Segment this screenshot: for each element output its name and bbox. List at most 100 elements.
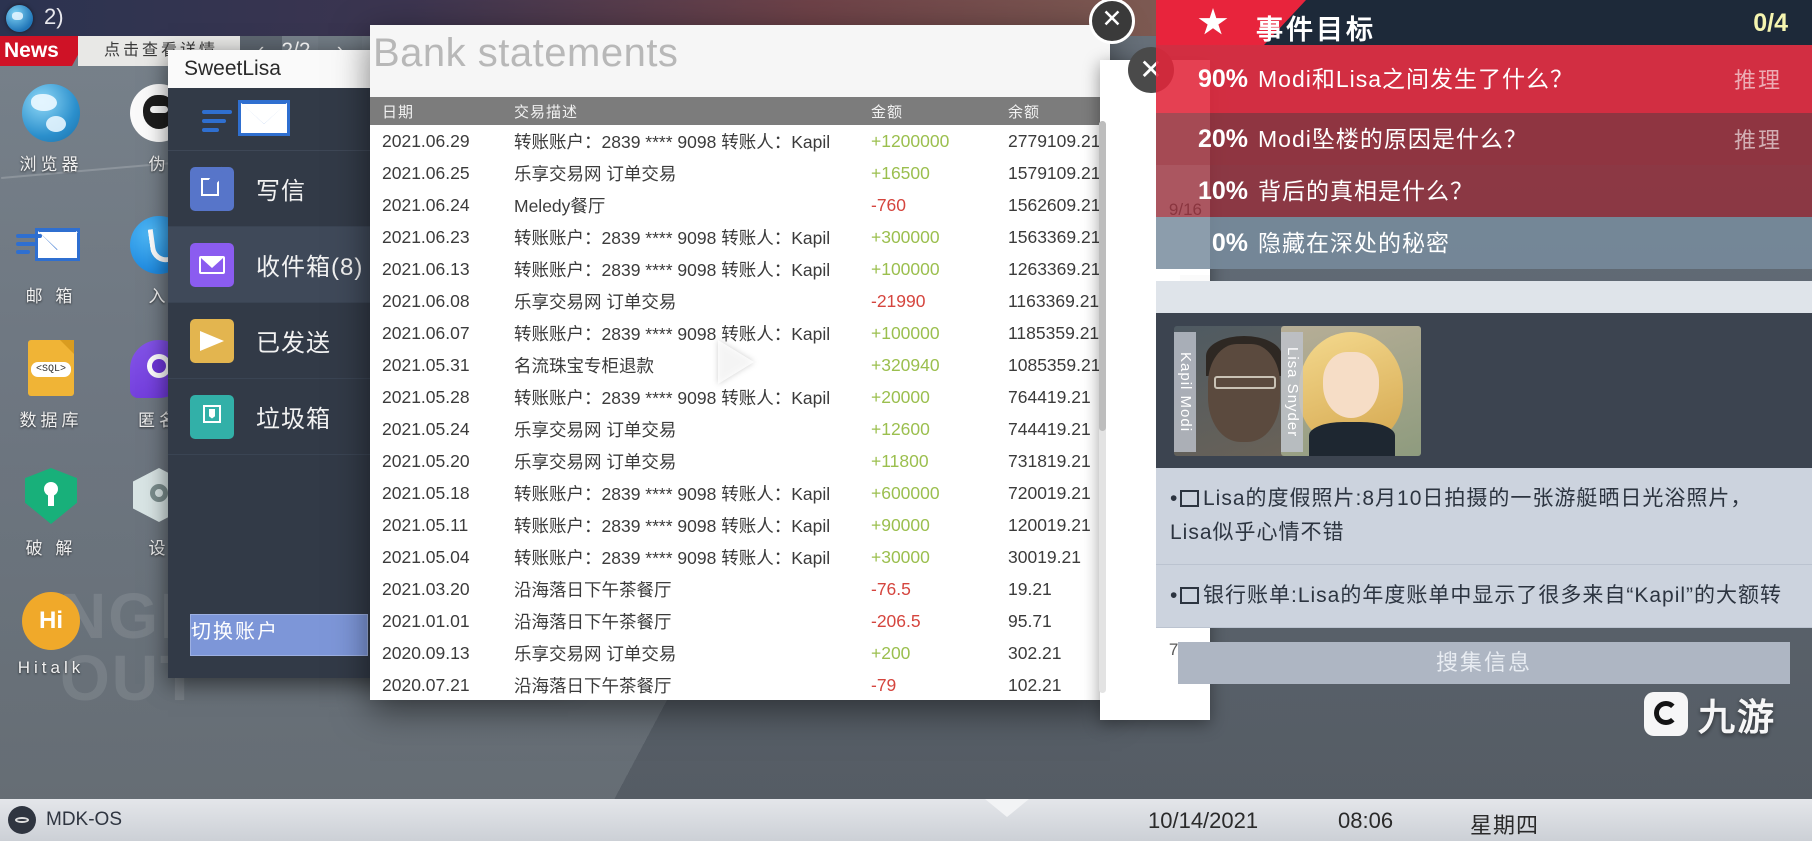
cell-date: 2021.05.11 [382, 514, 469, 535]
collect-info-button[interactable]: 搜集信息 [1178, 642, 1790, 684]
sql-tag-label: <SQL> [31, 362, 71, 377]
table-row[interactable]: 2021.06.29 转账账户：2839 **** 9098 转账人：Kapil +… [370, 125, 1110, 157]
play-button-icon[interactable] [718, 340, 754, 384]
cell-date: 2020.09.13 [382, 642, 470, 663]
table-row[interactable]: 2021.05.04 转账账户：2839 **** 9098 转账人：Kapil +… [370, 541, 1110, 573]
objectives-title: 事件目标 [1256, 15, 1376, 45]
table-row[interactable]: 2021.06.08 乐享交易网 订单交易 -21990 1163369.21 [370, 285, 1110, 317]
cell-amount: +20000 [871, 386, 930, 407]
sql-file-icon: <SQL> [22, 340, 80, 398]
table-row[interactable]: 2021.05.18 转账账户：2839 **** 9098 转账人：Kapil +… [370, 477, 1110, 509]
cell-date: 2021.06.08 [382, 290, 470, 311]
clue-item[interactable]: • Lisa的度假照片:8月10日拍摄的一张游艇晒日光浴照片，Lisa似乎心情不错 [1156, 468, 1812, 565]
objective-row[interactable]: 20% Modi坠楼的原因是什么？ 推理 [1156, 113, 1812, 165]
cell-date: 2021.06.29 [382, 130, 470, 151]
objective-row[interactable]: 0% 隐藏在深处的秘密 [1156, 217, 1812, 269]
portrait-name: Kapil Modi [1174, 332, 1196, 452]
cell-amount: -760 [871, 194, 907, 215]
table-header-row: 日期 交易描述 金额 余额 [370, 97, 1110, 125]
table-row[interactable]: 2021.05.28 转账账户：2839 **** 9098 转账人：Kapil +… [370, 381, 1110, 413]
cell-description: 乐享交易网 订单交易 [514, 291, 677, 312]
cell-amount: +320940 [871, 354, 940, 375]
cell-date: 2021.06.24 [382, 194, 470, 215]
cell-date: 2021.05.24 [382, 418, 470, 439]
table-row[interactable]: 2021.05.11 转账账户：2839 **** 9098 转账人：Kapil +… [370, 509, 1110, 541]
portrait-name: Lisa Snyder [1281, 332, 1303, 452]
objective-percent: 90% [1197, 64, 1248, 93]
desktop-icon-database[interactable]: <SQL> 数据库 [4, 340, 98, 431]
cell-balance: 1562609.21 [1008, 194, 1101, 215]
news-label: News [0, 36, 88, 66]
cell-description: 沿海落日下午茶餐厅 [514, 611, 672, 632]
objective-row[interactable]: 90% Modi和Lisa之间发生了什么？ 推理 [1156, 45, 1812, 113]
cell-description: 乐享交易网 订单交易 [514, 451, 677, 472]
switch-account-button[interactable]: 切换账户 [190, 614, 368, 656]
table-row[interactable]: 2021.06.25 乐享交易网 订单交易 +16500 1579109.21 [370, 157, 1110, 189]
bank-window-title: Bank statements [373, 31, 679, 75]
cell-amount: +100000 [871, 258, 940, 279]
globe-icon [6, 5, 33, 32]
cell-balance: 744419.21 [1008, 418, 1091, 439]
cell-description: 转账账户：2839 **** 9098 转账人：Kapil [514, 323, 831, 344]
objective-text: Modi和Lisa之间发生了什么？ [1258, 66, 1575, 92]
table-row[interactable]: 2021.05.24 乐享交易网 订单交易 +12600 744419.21 [370, 413, 1110, 445]
mail-icon [16, 216, 80, 274]
column-header-date: 日期 [370, 97, 502, 125]
mail-nav-label: 已发送 [256, 330, 331, 357]
desktop-icon-hitalk[interactable]: Hi Hitalk [4, 592, 98, 678]
table-row[interactable]: 2021.05.20 乐享交易网 订单交易 +11800 731819.21 [370, 445, 1110, 477]
objective-tag: 推理 [1734, 68, 1783, 93]
cell-description: 名流珠宝专柜退款 [514, 355, 654, 376]
bank-scrollbar-thumb[interactable] [1099, 121, 1106, 431]
top-strip-counter: 2) [44, 4, 64, 29]
taskbar-date: 10/14/2021 [1148, 808, 1259, 833]
cell-balance: 720019.21 [1008, 482, 1091, 503]
objective-row[interactable]: 10% 背后的真相是什么？ [1156, 165, 1812, 217]
objectives-header: 事件目标 0/4 [1156, 0, 1812, 45]
cell-balance: 1185359.21 [1008, 322, 1100, 343]
cell-date: 2021.06.25 [382, 162, 470, 183]
cell-description: 转账账户：2839 **** 9098 转账人：Kapil [514, 227, 831, 248]
table-row[interactable]: 2021.03.20 沿海落日下午茶餐厅 -76.5 19.21 [370, 573, 1110, 605]
table-row[interactable]: 2021.01.01 沿海落日下午茶餐厅 -206.5 95.71 [370, 605, 1110, 637]
table-row[interactable]: 2021.06.23 转账账户：2839 **** 9098 转账人：Kapil +… [370, 221, 1110, 253]
cell-description: 转账账户：2839 **** 9098 转账人：Kapil [514, 259, 831, 280]
table-row[interactable]: 2020.09.13 乐享交易网 订单交易 +200 302.21 [370, 637, 1110, 669]
desktop-icon-crack[interactable]: 破 解 [4, 468, 98, 559]
cell-amount: +1200000 [871, 130, 950, 151]
clue-item[interactable]: • 银行账单:Lisa的年度账单中显示了很多来自“Kapil”的大额转 [1156, 565, 1812, 628]
cell-amount: +11800 [871, 450, 929, 471]
cell-description: 沿海落日下午茶餐厅 [514, 579, 672, 600]
cell-date: 2020.07.21 [382, 674, 470, 695]
clue-bullet: • [1170, 584, 1179, 607]
mail-nav-label: 写信 [256, 178, 306, 205]
column-header-balance: 余额 [996, 97, 1110, 125]
cell-date: 2021.05.31 [382, 354, 470, 375]
sent-icon [190, 318, 234, 363]
os-name-label: MDK-OS [46, 809, 122, 830]
objective-text: 隐藏在深处的秘密 [1258, 230, 1450, 256]
column-header-description: 交易描述 [502, 97, 859, 125]
taskbar-tray-arrow-icon[interactable] [985, 799, 1029, 817]
bank-scrollbar[interactable] [1099, 121, 1106, 693]
desktop-icon-browser[interactable]: 浏览器 [4, 84, 98, 175]
cell-description: 沿海落日下午茶餐厅 [514, 675, 672, 696]
table-row[interactable]: 2021.06.24 Meledy餐厅 -760 1562609.21 [370, 189, 1110, 221]
hi-icon: Hi [22, 592, 80, 650]
desktop-icon-mail[interactable]: 邮 箱 [4, 216, 98, 307]
hi-icon-label: Hi [39, 607, 63, 634]
cell-amount: -21990 [871, 290, 926, 311]
table-row[interactable]: 2021.06.13 转账账户：2839 **** 9098 转账人：Kapil +… [370, 253, 1110, 285]
cell-balance: 30019.21 [1008, 546, 1081, 567]
portrait-lisa-snyder[interactable]: Lisa Snyder [1281, 326, 1421, 456]
bank-window-close-button[interactable]: ✕ [1089, 0, 1135, 44]
table-row[interactable]: 2020.07.21 沿海落日下午茶餐厅 -79 102.21 [370, 669, 1110, 700]
objective-text: 背后的真相是什么？ [1258, 178, 1474, 204]
cell-date: 2021.06.23 [382, 226, 470, 247]
cell-description: 转账账户：2839 **** 9098 转账人：Kapil [514, 387, 831, 408]
cell-description: 乐享交易网 订单交易 [514, 419, 677, 440]
cell-date: 2021.06.07 [382, 322, 470, 343]
cell-balance: 1085359.21 [1008, 354, 1101, 375]
os-logo-icon[interactable] [8, 806, 36, 834]
cell-balance: 1263369.21 [1008, 258, 1101, 279]
